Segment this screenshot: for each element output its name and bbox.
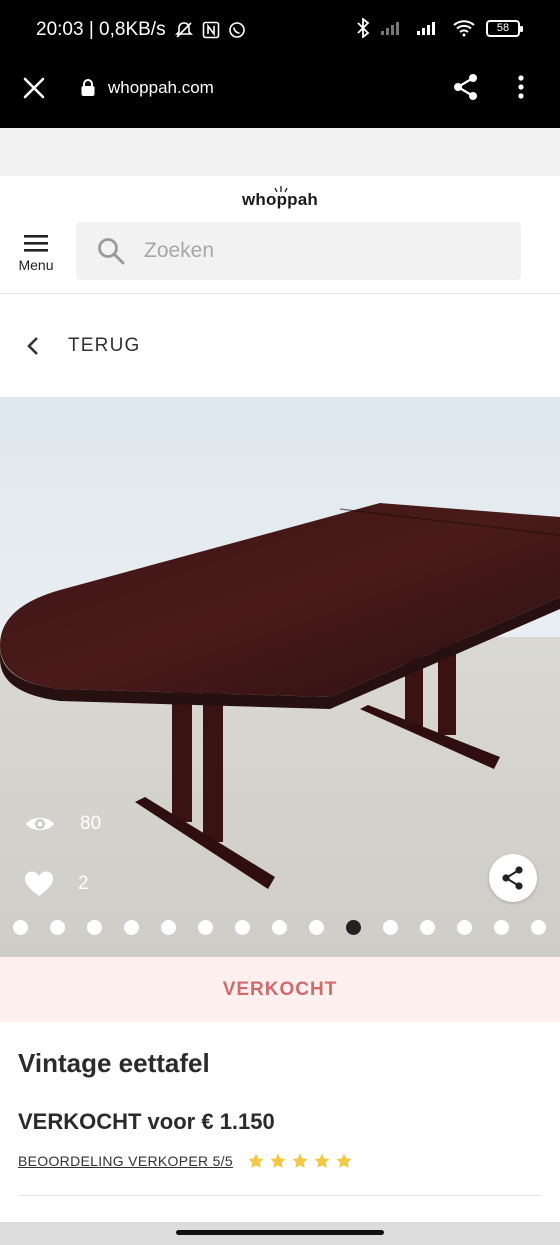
nfc-icon <box>202 21 219 39</box>
carousel-dot[interactable] <box>13 920 28 935</box>
search-icon <box>98 238 125 265</box>
carousel-dot[interactable] <box>235 920 250 935</box>
status-icons <box>174 20 246 40</box>
views-counter: 80 <box>24 813 101 835</box>
menu-label: Menu <box>18 257 54 273</box>
carousel-dot[interactable] <box>494 920 509 935</box>
heart-icon[interactable] <box>24 870 54 898</box>
status-time: 20:03 | 0,8KB/s <box>36 19 166 40</box>
wifi-icon <box>453 20 475 37</box>
likes-count: 2 <box>78 873 89 894</box>
url-text[interactable]: whoppah.com <box>108 78 214 98</box>
signal-off-icon <box>381 22 399 35</box>
carousel-dot[interactable] <box>272 920 287 935</box>
product-title: Vintage eettafel <box>18 1048 210 1078</box>
product-price: VERKOCHT voor € 1.150 <box>18 1109 275 1134</box>
close-icon[interactable] <box>20 74 48 102</box>
battery-icon: 58 <box>486 19 523 37</box>
carousel-dot[interactable] <box>457 920 472 935</box>
carousel-dot[interactable] <box>309 920 324 935</box>
carousel-dot[interactable] <box>87 920 102 935</box>
carousel-dot[interactable] <box>50 920 65 935</box>
browser-toolbar: whoppah.com <box>0 60 560 128</box>
sold-label: VERKOCHT <box>222 979 338 1000</box>
more-options-icon[interactable] <box>517 74 525 100</box>
back-row[interactable]: TERUG <box>0 295 560 397</box>
divider <box>18 1195 542 1196</box>
views-count: 80 <box>80 813 102 834</box>
search-box[interactable] <box>76 222 521 280</box>
whatsapp-icon <box>228 22 245 38</box>
share-icon[interactable] <box>452 72 480 102</box>
system-nav-bar <box>0 1222 560 1245</box>
status-left: 20:03 | 0,8KB/s <box>36 19 246 41</box>
search-input[interactable] <box>144 231 504 271</box>
star-icon <box>292 1153 308 1168</box>
chevron-left-icon[interactable] <box>25 335 41 357</box>
hamburger-icon <box>24 235 48 252</box>
star-icon <box>270 1153 286 1168</box>
rating-stars <box>247 1152 353 1170</box>
carousel-dot[interactable] <box>383 920 398 935</box>
mute-notifications-icon <box>174 22 193 38</box>
bluetooth-icon <box>357 18 370 38</box>
sold-banner: VERKOCHT <box>0 957 560 1022</box>
seller-rating-link[interactable]: BEOORDELING VERKOPER 5/5 <box>18 1153 233 1169</box>
share-icon <box>502 866 523 890</box>
back-link[interactable]: TERUG <box>68 335 141 357</box>
status-bar: 20:03 | 0,8KB/s 58 <box>0 0 560 60</box>
carousel-dot[interactable] <box>198 920 213 935</box>
carousel-dot[interactable] <box>161 920 176 935</box>
star-icon <box>248 1153 264 1168</box>
battery-level: 58 <box>496 22 510 34</box>
seller-rating: BEOORDELING VERKOPER 5/5 <box>18 1152 353 1170</box>
likes-counter[interactable]: 2 <box>24 870 89 898</box>
lock-icon <box>81 79 95 96</box>
site-header: whoppah Menu <box>0 176 560 294</box>
carousel-dot[interactable] <box>346 920 361 935</box>
signal-icon <box>417 22 435 35</box>
logo[interactable]: whoppah <box>0 190 560 210</box>
menu-button[interactable]: Menu <box>16 232 56 273</box>
home-indicator[interactable] <box>176 1230 384 1235</box>
carousel-dot[interactable] <box>531 920 546 935</box>
carousel-dot[interactable] <box>420 920 435 935</box>
star-icon <box>314 1153 330 1168</box>
eye-icon <box>26 818 54 830</box>
carousel-dot[interactable] <box>124 920 139 935</box>
status-right: 58 <box>356 18 523 38</box>
carousel-dots <box>0 920 560 938</box>
top-gray-band <box>0 128 560 176</box>
image-share-button[interactable] <box>489 854 537 902</box>
star-icon <box>336 1153 352 1168</box>
